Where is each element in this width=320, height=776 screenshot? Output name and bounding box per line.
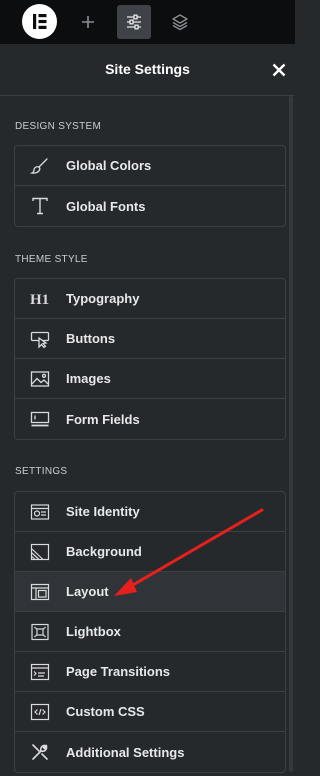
layout-icon <box>29 581 51 603</box>
code-icon <box>29 701 51 723</box>
id-card-icon <box>29 501 51 523</box>
top-toolbar <box>0 0 295 45</box>
sliders-icon <box>127 14 141 30</box>
menu-item-site-identity[interactable]: Site Identity <box>15 492 285 532</box>
menu-item-label: Buttons <box>66 331 116 346</box>
form-field-icon <box>29 408 51 430</box>
menu-item-buttons[interactable]: Buttons <box>15 319 285 359</box>
paintbrush-icon <box>29 155 51 177</box>
menu-item-label: Images <box>66 371 111 386</box>
section-title-theme-style: THEME STYLE <box>15 254 88 265</box>
menu-item-images[interactable]: Images <box>15 359 285 399</box>
menu-item-form-fields[interactable]: Form Fields <box>15 399 285 439</box>
page-transition-icon <box>29 661 51 683</box>
close-button[interactable] <box>268 59 290 81</box>
text-t-icon <box>29 195 51 217</box>
panel-header: Site Settings <box>0 44 295 96</box>
menu-item-label: Layout <box>66 584 109 599</box>
image-icon <box>29 368 51 390</box>
theme-style-group: H1 Typography Buttons Images Form Fields <box>14 278 286 440</box>
menu-item-lightbox[interactable]: Lightbox <box>15 612 285 652</box>
menu-item-background[interactable]: Background <box>15 532 285 572</box>
menu-item-page-transitions[interactable]: Page Transitions <box>15 652 285 692</box>
panel-scrollbar[interactable] <box>289 96 293 772</box>
menu-item-label: Global Fonts <box>66 198 146 214</box>
menu-item-additional-settings[interactable]: Additional Settings <box>15 732 285 772</box>
heading-h1-icon: H1 <box>29 288 51 310</box>
menu-item-custom-css[interactable]: Custom CSS <box>15 692 285 732</box>
lightbox-icon <box>29 621 51 643</box>
menu-item-layout[interactable]: Layout <box>15 572 285 612</box>
menu-item-label: Custom CSS <box>66 704 145 719</box>
menu-item-typography[interactable]: H1 Typography <box>15 279 285 319</box>
button-cursor-icon <box>29 328 51 350</box>
menu-item-label: Additional Settings <box>66 744 185 760</box>
elementor-logo-icon[interactable] <box>22 4 57 39</box>
add-element-button[interactable] <box>71 5 105 39</box>
section-title-design-system: DESIGN SYSTEM <box>15 121 102 132</box>
tools-icon <box>29 741 51 763</box>
navigator-button[interactable] <box>163 5 197 39</box>
menu-item-label: Background <box>66 544 142 559</box>
settings-group: Site Identity Background Layout Lightbox… <box>14 491 286 773</box>
design-system-group: Global Colors Global Fonts <box>14 145 286 227</box>
menu-item-label: Site Identity <box>66 504 140 519</box>
menu-item-label: Global Colors <box>66 158 152 173</box>
layers-icon <box>172 14 188 31</box>
svg-text:H1: H1 <box>30 292 49 308</box>
site-settings-button[interactable] <box>117 5 151 39</box>
menu-item-label: Page Transitions <box>66 664 171 679</box>
section-title-settings: SETTINGS <box>15 466 68 477</box>
page-title: Site Settings <box>105 61 190 77</box>
menu-item-global-colors[interactable]: Global Colors <box>15 146 285 186</box>
menu-item-label: Typography <box>66 291 140 306</box>
menu-item-label: Lightbox <box>66 624 121 639</box>
menu-item-label: Form Fields <box>66 411 140 427</box>
plus-icon <box>82 16 94 28</box>
menu-item-global-fonts[interactable]: Global Fonts <box>15 186 285 226</box>
background-icon <box>29 541 51 563</box>
close-icon <box>272 63 286 77</box>
